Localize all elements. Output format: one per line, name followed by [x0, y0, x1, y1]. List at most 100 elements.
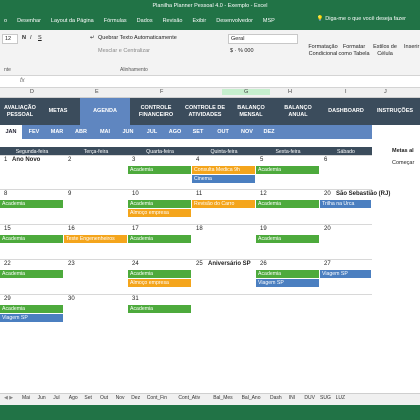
month-tab-out[interactable]: OUT [212, 125, 234, 139]
ribbon-tab-review[interactable]: Revisão [163, 18, 183, 24]
month-tab-jun[interactable]: JUN [118, 125, 138, 139]
ribbon-tab-data[interactable]: Dados [137, 18, 153, 24]
sheet-tab[interactable]: Out [100, 395, 108, 401]
formula-input[interactable] [34, 78, 414, 86]
nav-avaliacao-pessoal[interactable]: AVALIAÇÃO PESSOAL [0, 98, 40, 125]
cell-styles-button[interactable]: Estilos de Célula [370, 44, 400, 57]
sheet-tab[interactable]: Nov [116, 395, 125, 401]
calendar-day-number[interactable]: 31 [132, 296, 139, 302]
calendar-day-number[interactable]: 10 [132, 191, 139, 197]
calendar-day-number[interactable]: 9 [68, 191, 71, 197]
sheet-tab[interactable]: Jun [38, 395, 46, 401]
calendar-event[interactable]: Academia [256, 166, 319, 174]
ribbon-tab-developer[interactable]: Desenvolvedor [216, 18, 253, 24]
italic-icon[interactable]: I [30, 35, 32, 41]
sheet-tab[interactable]: Ago [69, 395, 78, 401]
calendar-day-number[interactable]: 20 [324, 226, 331, 232]
calendar-event[interactable]: Viagem SP [256, 279, 319, 287]
calendar-event[interactable]: Cinema [192, 175, 255, 183]
month-tab-mar[interactable]: MAR [46, 125, 68, 139]
calendar-day-number[interactable]: 2 [68, 157, 71, 163]
wrap-text-button[interactable]: Quebrar Texto Automaticamente [98, 35, 177, 41]
calendar-event[interactable]: Academia [256, 235, 319, 243]
calendar-day-number[interactable]: 17 [132, 226, 139, 232]
calendar-day-number[interactable]: 22 [4, 261, 11, 267]
sheet-tab[interactable]: DUV [304, 395, 315, 401]
nav-metas[interactable]: METAS [40, 98, 76, 125]
sheet-tab[interactable]: Bal_Ano [242, 395, 261, 401]
calendar-day-number[interactable]: 19 [260, 226, 267, 232]
sheet-tab[interactable]: Set [84, 395, 92, 401]
tell-me-search[interactable]: 💡 Diga-me o que você deseja fazer [317, 16, 406, 22]
ribbon-tab-formulas[interactable]: Fórmulas [104, 18, 127, 24]
calendar-event[interactable]: Viagem SP [320, 270, 371, 278]
sheet-tab[interactable]: Mai [22, 395, 30, 401]
calendar-day-number[interactable]: 26 [260, 261, 267, 267]
nav-balanco-anual[interactable]: BALANÇO ANUAL [274, 98, 322, 125]
underline-icon[interactable]: S [38, 35, 42, 41]
column-header-f[interactable]: F [160, 89, 163, 95]
calendar-event[interactable]: Academia [0, 235, 63, 243]
scroll-left-icon[interactable]: ◀ ▶ [4, 395, 13, 401]
calendar-event[interactable]: Academia [128, 200, 191, 208]
fx-icon[interactable]: fx [20, 78, 25, 84]
column-header-j[interactable]: J [384, 89, 387, 95]
calendar-event[interactable]: Academia [256, 270, 319, 278]
ribbon-tab-view[interactable]: Exibir [192, 18, 206, 24]
month-tab-jan[interactable]: JAN [0, 125, 22, 139]
calendar-day-number[interactable]: 15 [4, 226, 11, 232]
sheet-tab[interactable]: Cont_Fin [147, 395, 167, 401]
calendar-day-number[interactable]: 20 [324, 191, 331, 197]
calendar-event[interactable]: Almoço empresa [128, 279, 191, 287]
nav-instrucoes[interactable]: INSTRUÇÕES [370, 98, 420, 125]
calendar-day-number[interactable]: 8 [4, 191, 7, 197]
insert-button[interactable]: Inserir [404, 44, 419, 50]
month-tab-abr[interactable]: ABR [70, 125, 92, 139]
calendar-day-number[interactable]: 18 [196, 226, 203, 232]
calendar-day-number[interactable]: 5 [260, 157, 263, 163]
ribbon-tab-draw[interactable]: Desenhar [17, 18, 41, 24]
calendar-event[interactable]: Trilha na Urca [320, 200, 371, 208]
month-tab-nov[interactable]: NOV [236, 125, 258, 139]
ribbon-tab-file[interactable]: o [4, 18, 7, 24]
column-header-g[interactable]: G [222, 89, 271, 95]
ribbon-tab-page-layout[interactable]: Layout da Página [51, 18, 94, 24]
calendar-event[interactable]: Academia [0, 270, 63, 278]
calendar-event[interactable]: Teste Engenenheiros [64, 235, 127, 243]
month-tab-mai[interactable]: MAI [94, 125, 116, 139]
calendar-day-number[interactable]: 25 [196, 261, 203, 267]
calendar-day-number[interactable]: 30 [68, 296, 75, 302]
calendar-day-number[interactable]: 23 [68, 261, 75, 267]
font-size-select[interactable]: 12 [2, 34, 18, 44]
bold-icon[interactable]: N [22, 35, 26, 41]
number-format-select[interactable]: Geral [228, 34, 298, 44]
calendar-event[interactable]: Academia [128, 305, 191, 313]
sheet-tab[interactable]: Bal_Mes [213, 395, 232, 401]
calendar-event[interactable]: Academia [128, 270, 191, 278]
calendar-day-number[interactable]: 27 [324, 261, 331, 267]
merge-center-button[interactable]: Mesclar e Centralizar [98, 48, 150, 54]
ribbon-tab-msp[interactable]: MSP [263, 18, 275, 24]
nav-controle-atividades[interactable]: CONTROLE DE ATIVIDADES [182, 98, 228, 125]
nav-balanco-mensal[interactable]: BALANÇO MENSAL [230, 98, 272, 125]
sheet-tab[interactable]: Dez [131, 395, 140, 401]
calendar-day-number[interactable]: 4 [196, 157, 199, 163]
month-tab-jul[interactable]: JUL [142, 125, 162, 139]
sheet-tab[interactable]: Cont_Ativ [178, 395, 200, 401]
conditional-format-button[interactable]: Formatação Condicional [305, 44, 341, 57]
month-tab-fev[interactable]: FEV [24, 125, 44, 139]
column-header-d[interactable]: D [30, 89, 34, 95]
calendar-event[interactable]: Academia [128, 235, 191, 243]
calendar-event[interactable]: Academia [128, 166, 191, 174]
sheet-tab[interactable]: Jul [53, 395, 59, 401]
month-tab-ago[interactable]: AGO [164, 125, 186, 139]
nav-agenda[interactable]: AGENDA [80, 98, 130, 125]
calendar-event[interactable]: Consulta Medica 9h [192, 166, 255, 174]
calendar-event[interactable]: Almoço empresa [128, 209, 191, 217]
column-header-i[interactable]: I [345, 89, 347, 95]
column-header-e[interactable]: E [95, 89, 99, 95]
calendar-event[interactable]: Academia [256, 200, 319, 208]
calendar-day-number[interactable]: 24 [132, 261, 139, 267]
calendar-day-number[interactable]: 6 [324, 157, 327, 163]
calendar-event[interactable]: Viagem SP [0, 314, 63, 322]
